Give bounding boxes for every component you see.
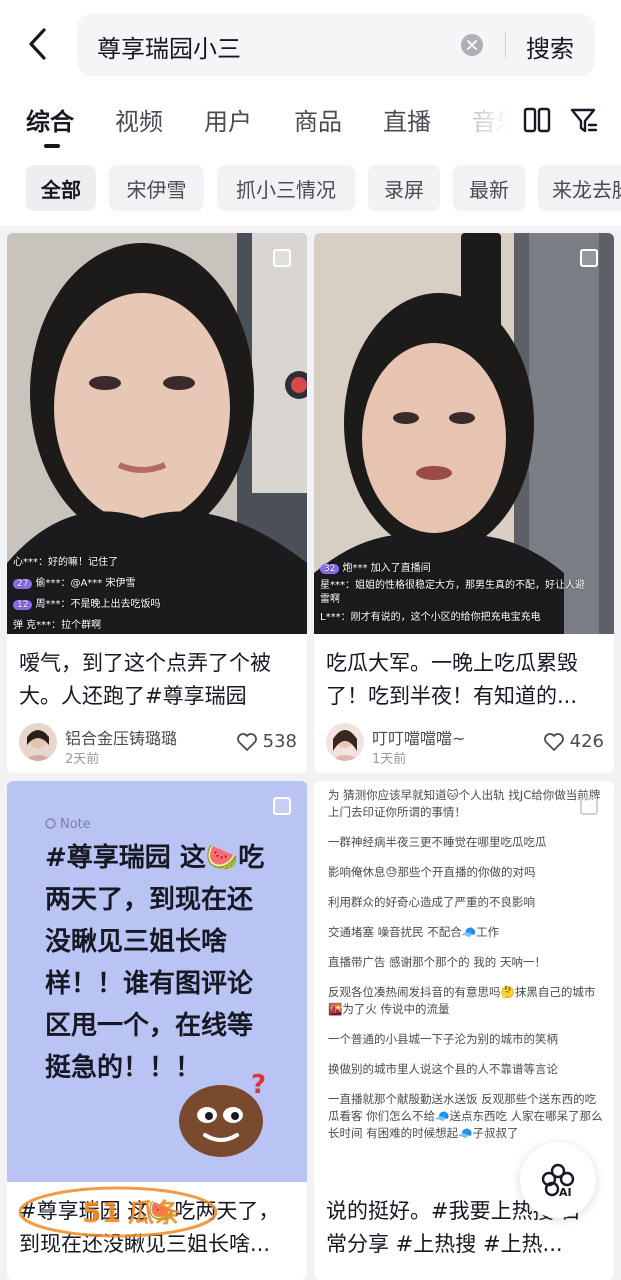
comment-overlay: 弹 克***：拉个群啊 bbox=[13, 620, 102, 631]
search-input[interactable]: 尊享瑞园小三 搜索 bbox=[77, 14, 595, 76]
comment-overlay: 心***：好的嘛！记住了 bbox=[13, 557, 118, 568]
select-checkbox[interactable] bbox=[273, 249, 291, 267]
category-tabs: 综合 视频 用户 商品 直播 音乐 bbox=[0, 90, 621, 154]
comment-overlay: 12 周***：不是晚上出去吃饭吗 bbox=[13, 595, 160, 610]
search-query[interactable]: 尊享瑞园小三 bbox=[97, 29, 241, 64]
tab-products[interactable]: 商品 bbox=[294, 102, 342, 137]
note-label: Note bbox=[45, 817, 91, 832]
search-button[interactable]: 搜索 bbox=[526, 29, 574, 64]
heart-icon bbox=[543, 732, 564, 751]
ai-flower-icon: AI bbox=[541, 1163, 575, 1199]
svg-text:AI: AI bbox=[559, 1186, 572, 1199]
level-badge: 27 bbox=[13, 579, 33, 589]
svg-text:?: ? bbox=[251, 1070, 266, 1100]
tab-all[interactable]: 综合 bbox=[26, 102, 74, 137]
chip-mistress-situation[interactable]: 抓小三情况 bbox=[217, 165, 355, 211]
watermark-logo: 51 瓜条 bbox=[18, 1186, 218, 1238]
avatar[interactable] bbox=[19, 723, 57, 761]
select-checkbox[interactable] bbox=[580, 249, 598, 267]
thinking-emoji-icon: ? bbox=[179, 1070, 266, 1157]
chip-latest[interactable]: 最新 bbox=[453, 165, 525, 211]
ai-assistant-button[interactable]: AI bbox=[520, 1142, 596, 1218]
note-thumbnail[interactable]: Note #尊享瑞园 这🍉吃 两天了，到现在还 没瞅见三姐长啥 样！！谁有图评论… bbox=[7, 781, 307, 1182]
tab-users[interactable]: 用户 bbox=[204, 102, 252, 137]
comment-overlay: 32 炮*** 加入了直播间 bbox=[320, 559, 431, 574]
video-thumbnail[interactable]: 心***：好的嘛！记住了 27 偷***：@A*** 宋伊雪 12 周***：不是晚… bbox=[7, 233, 307, 634]
level-badge: 12 bbox=[13, 600, 33, 610]
heart-icon bbox=[236, 732, 257, 751]
text-thumbnail[interactable]: 为 猜测你应该早就知道🐱个人出轨 找JC给你做当前牌 上门去印证你所谓的事情！ … bbox=[314, 781, 614, 1182]
close-icon bbox=[467, 40, 477, 50]
note-body: #尊享瑞园 这🍉吃 两天了，到现在还 没瞅见三姐长啥 样！！谁有图评论 区甩一个… bbox=[45, 843, 265, 1083]
note-circle-icon bbox=[45, 818, 56, 829]
chip-song-yixue[interactable]: 宋伊雪 bbox=[109, 165, 204, 211]
search-divider bbox=[505, 32, 506, 58]
chip-backstory[interactable]: 来龙去脉 bbox=[538, 165, 621, 211]
chip-screen-recording[interactable]: 录屏 bbox=[368, 165, 440, 211]
card-title[interactable]: 嗳气，到了这个点弄了个被大。人还跑了#尊享瑞园 bbox=[19, 647, 294, 713]
card-title[interactable]: 吃瓜大军。一晚上吃瓜累毁了！吃到半夜！有知道的... bbox=[326, 647, 601, 713]
comment-overlay: L***：刚才有说的，这个小区的给你把充电宝充电 bbox=[320, 612, 541, 623]
active-tab-indicator bbox=[44, 144, 60, 148]
chip-all[interactable]: 全部 bbox=[26, 165, 96, 211]
comment-overlay: 星***：姐姐的性格很稳定大方，那男生真的不配，好让人避雷啊 bbox=[320, 580, 585, 605]
video-card[interactable]: 心***：好的嘛！记住了 27 偷***：@A*** 宋伊雪 12 周***：不是晚… bbox=[7, 233, 307, 773]
post-time: 1天前 bbox=[372, 752, 407, 767]
tab-video[interactable]: 视频 bbox=[115, 102, 163, 137]
dual-column-icon[interactable] bbox=[521, 104, 553, 136]
chevron-left-icon bbox=[29, 28, 46, 60]
back-button[interactable] bbox=[20, 24, 54, 64]
filter-chips: 全部 宋伊雪 抓小三情况 录屏 最新 来龙去脉 bbox=[0, 154, 621, 226]
text-screenshot-body: 为 猜测你应该早就知道🐱个人出轨 找JC给你做当前牌 上门去印证你所谓的事情！ … bbox=[328, 788, 603, 1140]
video-card[interactable]: 32 炮*** 加入了直播间 星***：姐姐的性格很稳定大方，那男生真的不配，好让… bbox=[314, 233, 614, 773]
svg-text:51: 51 bbox=[82, 1196, 121, 1229]
post-time: 2天前 bbox=[65, 752, 100, 767]
author-name[interactable]: 叮叮噹噹噹~ bbox=[372, 725, 465, 749]
like-count[interactable]: 426 bbox=[543, 731, 604, 752]
video-thumbnail[interactable]: 32 炮*** 加入了直播间 星***：姐姐的性格很稳定大方，那男生真的不配，好让… bbox=[314, 233, 614, 634]
filter-icon[interactable] bbox=[568, 104, 600, 136]
search-header: 尊享瑞园小三 搜索 bbox=[0, 0, 621, 90]
avatar[interactable] bbox=[326, 723, 364, 761]
select-checkbox[interactable] bbox=[580, 797, 598, 815]
tab-live[interactable]: 直播 bbox=[383, 102, 431, 137]
author-name[interactable]: 铝合金压铸璐璐 bbox=[65, 725, 177, 749]
level-badge: 32 bbox=[320, 564, 340, 574]
tab-fade bbox=[462, 90, 522, 154]
like-count[interactable]: 538 bbox=[236, 731, 297, 752]
clear-search-button[interactable] bbox=[461, 34, 483, 56]
comment-overlay: 27 偷***：@A*** 宋伊雪 bbox=[13, 574, 135, 589]
svg-text:瓜条: 瓜条 bbox=[128, 1199, 181, 1229]
select-checkbox[interactable] bbox=[273, 797, 291, 815]
